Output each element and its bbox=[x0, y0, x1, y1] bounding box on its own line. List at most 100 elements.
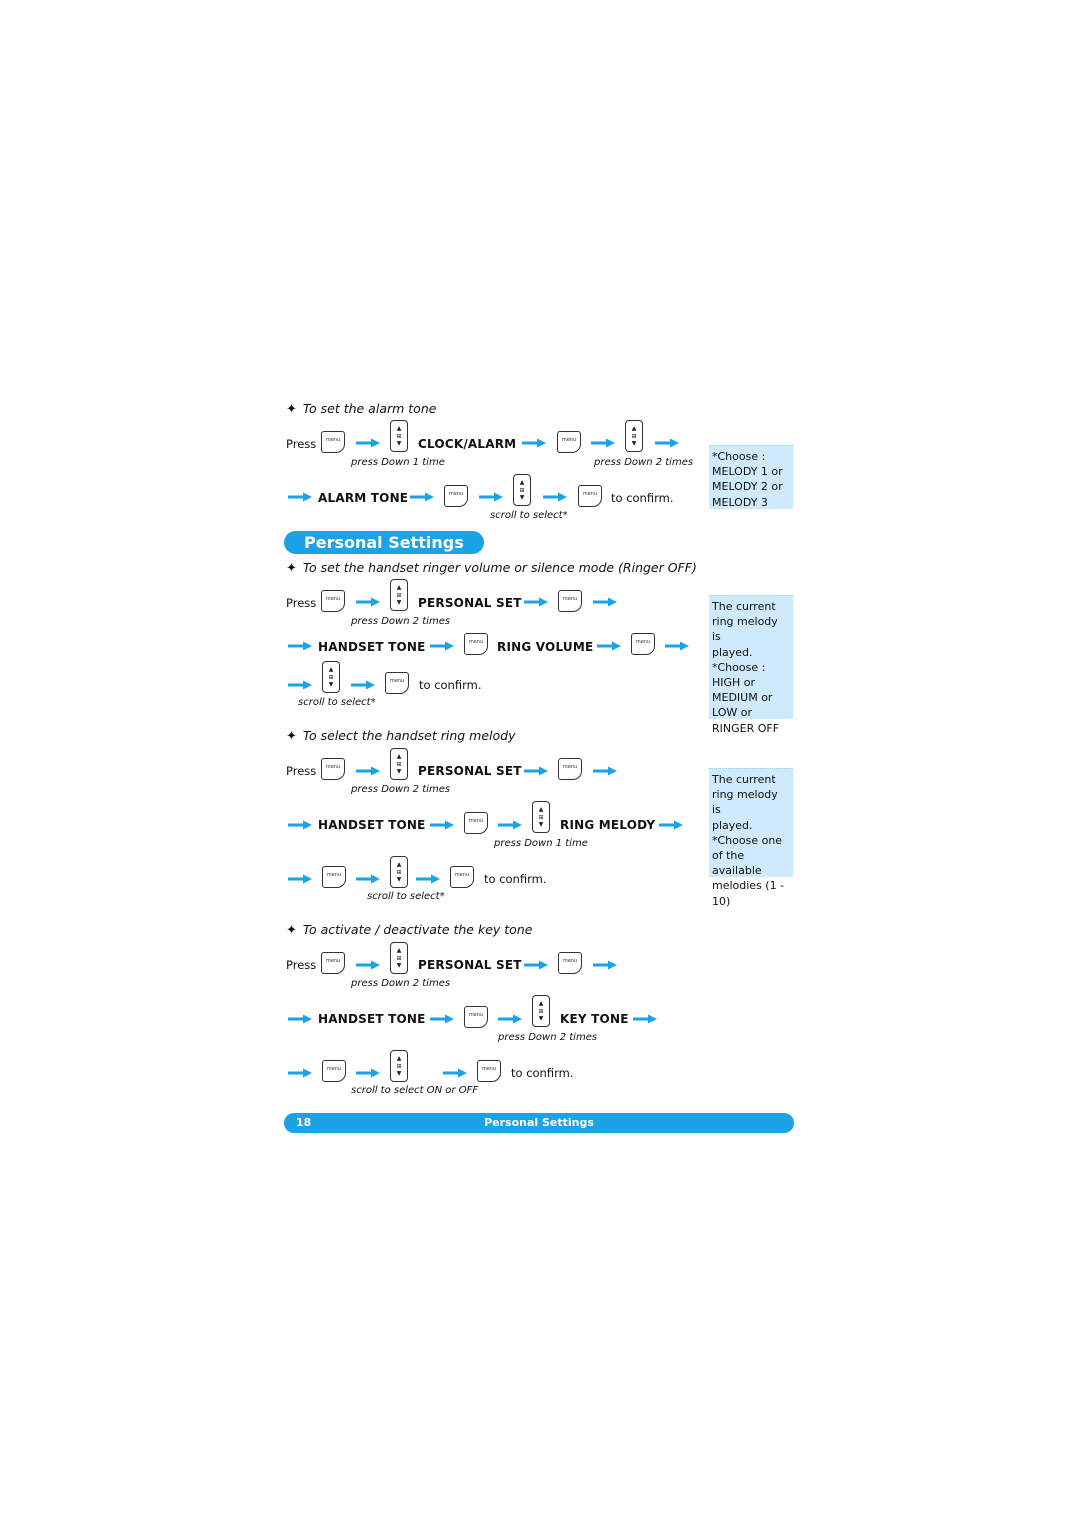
note-scroll: scroll to select* bbox=[367, 891, 445, 902]
arrow-right-icon bbox=[591, 438, 615, 448]
nav-key-icon: ▲ ⊞ ▼ bbox=[390, 748, 408, 780]
menu-key-icon: menu bbox=[464, 812, 488, 834]
arrow-right-icon bbox=[288, 1014, 312, 1024]
menu-key-icon: menu bbox=[477, 1060, 501, 1082]
menu-key-label: menu bbox=[325, 764, 341, 770]
nav-up-glyph-icon: ▲ bbox=[538, 806, 544, 813]
to-confirm-label: to confirm. bbox=[511, 1066, 574, 1080]
arrow-right-icon bbox=[522, 438, 546, 448]
info-line: of the available bbox=[712, 849, 762, 878]
nav-key-icon: ▲ ⊞ ▼ bbox=[390, 579, 408, 611]
key-tone-heading: ✦ To activate / deactivate the key tone bbox=[286, 922, 533, 938]
nav-down-glyph-icon: ▼ bbox=[396, 599, 402, 606]
arrow-right-icon bbox=[655, 438, 679, 448]
step-ring-volume: RING VOLUME bbox=[497, 640, 594, 654]
step-personal-set: PERSONAL SET bbox=[418, 764, 522, 778]
nav-down-glyph-icon: ▼ bbox=[396, 440, 402, 447]
ringer-volume-heading: ✦ To set the handset ringer volume or sil… bbox=[286, 560, 697, 576]
note-press-down: press Down 2 times bbox=[351, 784, 451, 795]
menu-key-icon: menu bbox=[321, 431, 345, 453]
info-line: ring melody is bbox=[712, 788, 778, 817]
menu-key-label: menu bbox=[325, 596, 341, 602]
ringer-volume-info-box: The current ring melody is played. *Choo… bbox=[709, 595, 793, 735]
bullet-star-icon: ✦ bbox=[286, 729, 297, 744]
arrow-right-icon bbox=[543, 492, 567, 502]
footer-section-title: Personal Settings bbox=[484, 1116, 594, 1129]
arrow-right-icon bbox=[524, 766, 548, 776]
nav-key-icon: ▲ ⊞ ▼ bbox=[390, 856, 408, 888]
menu-key-label: menu bbox=[562, 596, 578, 602]
menu-key-icon: menu bbox=[385, 672, 409, 694]
menu-key-label: menu bbox=[325, 958, 341, 964]
nav-down-glyph-icon: ▼ bbox=[538, 1015, 544, 1022]
nav-key-icon: ▲ ⊞ ▼ bbox=[390, 942, 408, 974]
menu-key-icon: menu bbox=[450, 866, 474, 888]
arrow-right-icon bbox=[430, 641, 454, 651]
nav-key-icon: ▲ ⊞ ▼ bbox=[390, 1050, 408, 1082]
menu-key-icon: menu bbox=[578, 485, 602, 507]
arrow-right-icon bbox=[288, 641, 312, 651]
menu-key-label: menu bbox=[468, 639, 484, 645]
bullet-star-icon: ✦ bbox=[286, 402, 297, 417]
arrow-right-icon bbox=[524, 960, 548, 970]
menu-key-icon: menu bbox=[557, 431, 581, 453]
to-confirm-label: to confirm. bbox=[611, 491, 674, 505]
menu-key-label: menu bbox=[481, 1066, 497, 1072]
info-line: The current bbox=[712, 600, 776, 613]
nav-down-glyph-icon: ▼ bbox=[396, 1070, 402, 1077]
page-footer: 18 Personal Settings bbox=[284, 1113, 794, 1133]
menu-key-label: menu bbox=[326, 872, 342, 878]
info-line: The current bbox=[712, 773, 776, 786]
nav-up-glyph-icon: ▲ bbox=[328, 666, 334, 673]
menu-key-icon: menu bbox=[464, 633, 488, 655]
nav-up-glyph-icon: ▲ bbox=[396, 1055, 402, 1062]
arrow-right-icon bbox=[593, 597, 617, 607]
info-line: MELODY 1 or bbox=[712, 465, 783, 479]
arrow-right-icon bbox=[410, 492, 434, 502]
nav-up-glyph-icon: ▲ bbox=[396, 425, 402, 432]
arrow-right-icon bbox=[430, 820, 454, 830]
nav-down-glyph-icon: ▼ bbox=[328, 681, 334, 688]
step-ring-melody: RING MELODY bbox=[560, 818, 656, 832]
arrow-right-icon bbox=[593, 960, 617, 970]
nav-down-glyph-icon: ▼ bbox=[396, 876, 402, 883]
menu-key-icon: menu bbox=[444, 485, 468, 507]
menu-key-icon: menu bbox=[631, 633, 655, 655]
bullet-star-icon: ✦ bbox=[286, 923, 297, 938]
alarm-info-box: *Choose : MELODY 1 or MELODY 2 or MELODY… bbox=[709, 445, 793, 509]
nav-up-glyph-icon: ▲ bbox=[519, 479, 525, 486]
press-label: Press bbox=[286, 958, 317, 972]
step-handset-tone: HANDSET TONE bbox=[318, 1012, 426, 1026]
arrow-right-icon bbox=[416, 874, 440, 884]
arrow-right-icon bbox=[498, 820, 522, 830]
menu-key-label: menu bbox=[635, 639, 651, 645]
nav-key-icon: ▲ ⊞ ▼ bbox=[390, 420, 408, 452]
ring-melody-heading: ✦ To select the handset ring melody bbox=[286, 728, 516, 744]
nav-down-glyph-icon: ▼ bbox=[519, 494, 525, 501]
step-personal-set: PERSONAL SET bbox=[418, 958, 522, 972]
note-press-down: press Down 1 time bbox=[494, 838, 588, 849]
arrow-right-icon bbox=[288, 680, 312, 690]
info-line: MEDIUM or bbox=[712, 691, 773, 705]
note-press-down: press Down 2 times bbox=[351, 616, 451, 627]
nav-up-glyph-icon: ▲ bbox=[631, 425, 637, 432]
arrow-right-icon bbox=[288, 874, 312, 884]
nav-down-glyph-icon: ▼ bbox=[631, 440, 637, 447]
menu-key-label: menu bbox=[325, 437, 341, 443]
menu-key-icon: menu bbox=[321, 952, 345, 974]
arrow-right-icon bbox=[498, 1014, 522, 1024]
info-line: *Choose : bbox=[712, 450, 766, 463]
arrow-right-icon bbox=[665, 641, 689, 651]
info-line: ring melody is bbox=[712, 615, 778, 644]
arrow-right-icon bbox=[479, 492, 503, 502]
info-line: LOW or bbox=[712, 706, 753, 720]
menu-key-icon: menu bbox=[322, 866, 346, 888]
info-line: *Choose one bbox=[712, 833, 783, 847]
nav-key-icon: ▲ ⊞ ▼ bbox=[513, 474, 531, 506]
note-scroll: scroll to select* bbox=[298, 697, 376, 708]
info-line: HIGH or bbox=[712, 676, 756, 690]
info-line: MELODY 2 or bbox=[712, 480, 783, 494]
arrow-right-icon bbox=[288, 1068, 312, 1078]
nav-up-glyph-icon: ▲ bbox=[396, 861, 402, 868]
arrow-right-icon bbox=[659, 820, 683, 830]
